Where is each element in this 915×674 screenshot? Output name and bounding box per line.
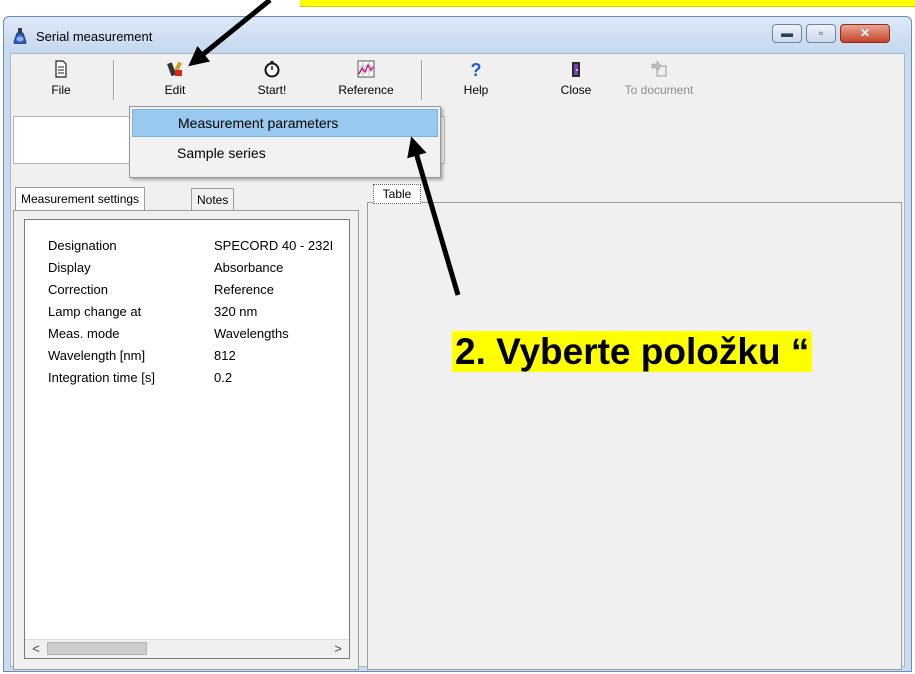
close-button[interactable]: Close [551, 54, 601, 104]
tab-notes[interactable]: Notes [191, 188, 235, 210]
setting-key: Meas. mode [48, 326, 120, 341]
minimize-button[interactable]: ▬ [772, 24, 802, 43]
edit-button[interactable]: Edit [151, 54, 199, 104]
question-mark-icon: ? [471, 60, 482, 78]
help-label: Help [463, 83, 489, 97]
start-button[interactable]: Start! [247, 54, 297, 104]
setting-value: 0.2 [214, 370, 233, 385]
toolbar: File Edit Start! Reference ? Help Close … [11, 54, 904, 104]
reference-label: Reference [338, 83, 394, 97]
setting-key: Integration time [s] [48, 370, 155, 385]
start-label: Start! [257, 83, 287, 97]
scroll-thumb[interactable] [47, 642, 147, 655]
close-window-button[interactable]: ✕ [840, 24, 890, 43]
window-title: Serial measurement [36, 29, 153, 44]
setting-value: Reference [214, 282, 274, 297]
close-label: Close [560, 83, 592, 97]
setting-value: 812 [214, 348, 236, 363]
setting-key: Correction [48, 282, 108, 297]
horizontal-scrollbar[interactable]: < > [25, 639, 349, 658]
setting-value: Wavelengths [214, 326, 289, 341]
setting-value: Absorbance [214, 260, 284, 275]
reference-button[interactable]: Reference [331, 54, 401, 104]
settings-panel: Measurement settings Notes Designation SP… [13, 187, 359, 670]
table-panel: Table [367, 184, 902, 670]
tab-body: Designation SPECORD 40 - 232I Display Abso… [13, 210, 359, 670]
minimize-icon: ▬ [781, 26, 793, 40]
title-bar[interactable]: Serial measurement ▬ ▫ ✕ [4, 17, 911, 53]
setting-key: Lamp change at [48, 304, 142, 319]
file-button[interactable]: File [37, 54, 85, 104]
maximize-icon: ▫ [818, 26, 824, 40]
annotation-highlight-top [300, 0, 915, 7]
tab-measurement-settings[interactable]: Measurement settings [15, 187, 146, 211]
svg-text:?: ? [471, 60, 482, 78]
settings-list[interactable]: Designation SPECORD 40 - 232I Display Abso… [24, 219, 350, 659]
close-icon: ✕ [859, 26, 871, 40]
door-exit-icon [572, 62, 580, 77]
setting-key: Designation [48, 238, 117, 253]
setting-value: 320 nm [214, 304, 258, 319]
toolbar-separator [421, 60, 423, 100]
setting-value: SPECORD 40 - 232I [214, 238, 334, 253]
to-document-button[interactable]: To document [619, 54, 699, 104]
menu-item-measurement-parameters[interactable]: Measurement parameters [132, 109, 438, 137]
file-label: File [51, 83, 71, 97]
edit-dropdown-menu: Measurement parameters Sample series [129, 106, 441, 178]
menu-item-label: Sample series [177, 145, 266, 161]
tab-table[interactable]: Table [373, 184, 421, 204]
edit-label: Edit [164, 83, 186, 97]
menu-item-sample-series[interactable]: Sample series [132, 139, 438, 167]
scroll-left-button[interactable]: < [27, 640, 45, 658]
scroll-right-button[interactable]: > [329, 640, 347, 658]
stopwatch-icon [264, 61, 280, 78]
menu-item-label: Measurement parameters [178, 115, 339, 131]
flask-icon [13, 28, 27, 44]
maximize-button[interactable]: ▫ [806, 24, 836, 43]
setting-key: Display [48, 260, 91, 275]
help-button[interactable]: ? Help [451, 54, 501, 104]
toolbar-separator [113, 60, 115, 100]
table-body [367, 202, 902, 670]
instruction-callout: 2. Vyberte položku “ [452, 331, 813, 372]
setting-key: Wavelength [nm] [48, 348, 146, 363]
to-document-label: To document [624, 83, 694, 97]
top-strip [0, 0, 915, 16]
spectrum-chart-icon [357, 60, 375, 78]
document-icon [55, 60, 67, 78]
export-document-icon [651, 60, 667, 77]
edit-tools-icon [167, 61, 182, 77]
